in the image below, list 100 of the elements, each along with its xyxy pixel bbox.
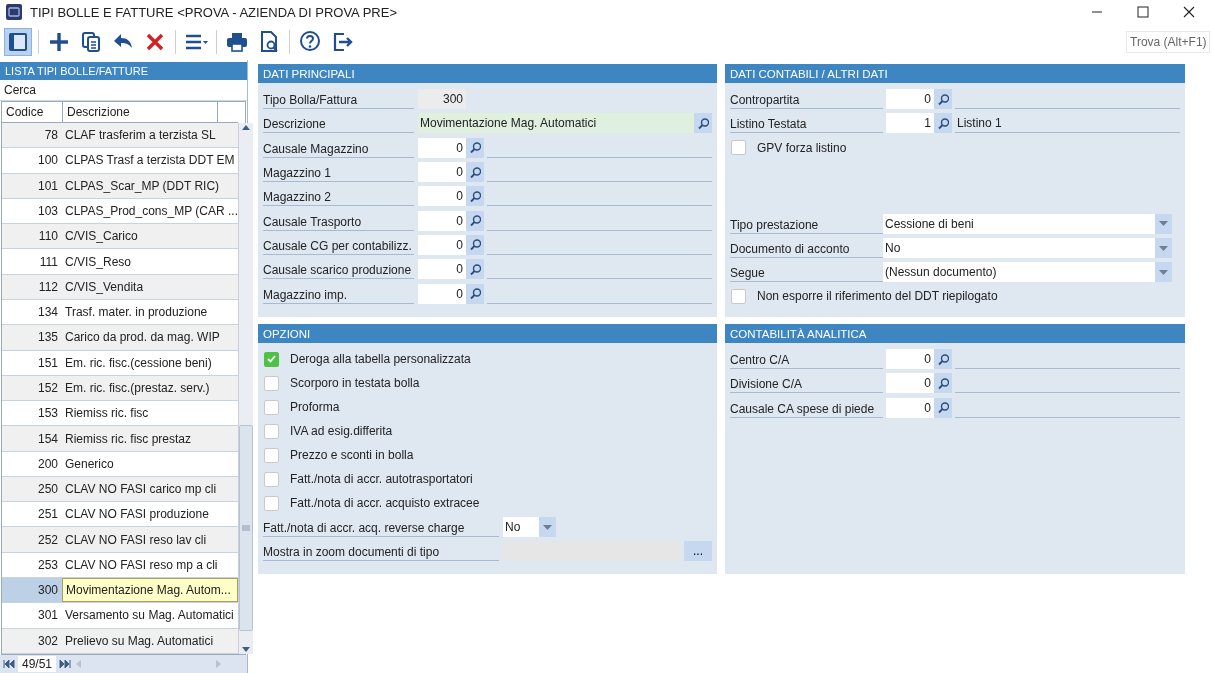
number-field[interactable]: 0 — [886, 89, 934, 110]
field-label: Divisione C/A — [730, 373, 883, 394]
checkbox-label: GPV forza listino — [757, 140, 847, 155]
number-field[interactable]: 0 — [886, 373, 934, 394]
lookup-button[interactable] — [934, 373, 952, 394]
lookup-button[interactable] — [466, 234, 484, 255]
list-row[interactable]: 154 Riemiss ric. fisc prestaz — [2, 426, 238, 452]
search-icon — [937, 92, 949, 106]
caret-icon — [1159, 269, 1168, 275]
lookup-button[interactable] — [466, 283, 484, 304]
description-cell-text: Riemiss ric. fisc prestaz — [64, 430, 193, 448]
list-row[interactable]: 100 CLPAS Trasf a terzista DDT EM — [2, 148, 238, 174]
dropdown-button[interactable] — [1155, 238, 1172, 259]
window-title: TIPI BOLLE E FATTURE <PROVA - AZIENDA DI PROVA PRE> — [30, 4, 398, 20]
list-row[interactable]: 110 C/VIS_Carico — [2, 224, 238, 250]
list-row[interactable]: 151 Em. ric. fisc.(cessione beni) — [2, 350, 238, 376]
lookup-button[interactable] — [934, 89, 952, 110]
lookup-button[interactable] — [934, 113, 952, 134]
list-row[interactable]: 152 Em. ric. fisc.(prestaz. serv.) — [2, 375, 238, 402]
search-icon — [469, 165, 481, 179]
description-field[interactable]: Movimentazione Mag. Automatici — [418, 113, 694, 134]
checkbox-label: Fatt./nota di accr. autotrasportatori — [290, 472, 473, 486]
scrollbar-thumb[interactable] — [238, 425, 253, 631]
lookup-button[interactable] — [466, 162, 484, 183]
dropdown-field[interactable]: No — [503, 517, 539, 538]
list-row[interactable]: 111 C/VIS_Reso — [2, 249, 238, 275]
number-field[interactable]: 0 — [418, 259, 466, 280]
checkbox[interactable] — [731, 289, 746, 304]
dropdown-button[interactable] — [1155, 262, 1172, 283]
checkbox[interactable] — [731, 140, 746, 156]
field-label: Tipo Bolla/Fattura — [263, 89, 414, 110]
list-row[interactable]: 101 CLPAS_Scar_MP (DDT RIC) — [2, 173, 238, 199]
find-field[interactable]: Trova (Alt+F1) — [1126, 31, 1210, 53]
description-cell-text: Prelievo su Mag. Automatici — [64, 632, 215, 650]
checkbox-label: Prezzo e sconti in bolla — [290, 448, 414, 462]
lookup-button[interactable] — [934, 397, 952, 418]
list-row[interactable]: 112 C/VIS_Vendita — [2, 274, 238, 300]
dropdown-button[interactable] — [1155, 213, 1172, 234]
sidebar-button[interactable] — [4, 28, 32, 56]
number-field[interactable]: 0 — [418, 186, 466, 207]
description-cell-text: Generico — [64, 455, 115, 473]
number-field[interactable]: 0 — [418, 210, 466, 231]
app-logo-icon — [6, 4, 22, 20]
maximize-icon[interactable] — [1137, 6, 1149, 18]
code-cell-text: 200 — [36, 455, 59, 473]
field-label: Contropartita — [730, 89, 883, 110]
lookup-button[interactable] — [466, 186, 484, 207]
number-field[interactable]: 0 — [886, 349, 934, 370]
checkbox[interactable] — [264, 351, 279, 367]
number-field[interactable]: 0 — [886, 397, 934, 418]
number-field[interactable]: 0 — [418, 283, 466, 304]
checkbox[interactable] — [264, 423, 279, 439]
close-icon[interactable] — [1183, 6, 1195, 18]
detail-field: Listino 1 — [955, 113, 1180, 134]
last-record-icon[interactable] — [59, 659, 72, 669]
lookup-button[interactable] — [934, 349, 952, 370]
list-row[interactable]: 135 Carico da prod. da mag. WIP — [2, 325, 238, 351]
dropdown-button[interactable] — [539, 517, 556, 538]
list-row[interactable]: 250 CLAV NO FASI carico mp cli — [2, 476, 238, 503]
number-field[interactable]: 0 — [418, 234, 466, 255]
list-row[interactable]: 301 Versamento su Mag. Automatici — [2, 603, 238, 629]
number-field[interactable]: 0 — [418, 162, 466, 183]
scroll-down-icon[interactable] — [240, 646, 251, 654]
section-header: DATI PRINCIPALI — [258, 64, 717, 83]
description-cell-text: Riemiss ric. fisc — [64, 405, 150, 423]
checkbox[interactable] — [264, 375, 279, 391]
description-cell-text: CLAV NO FASI produzione — [64, 506, 210, 524]
section-header: DATI CONTABILI / ALTRI DATI — [725, 64, 1185, 83]
copy-icon — [79, 30, 103, 54]
printer-icon — [225, 30, 249, 54]
scroll-up-icon[interactable] — [240, 123, 251, 131]
dropdown-field[interactable]: (Nessun documento) — [883, 262, 1155, 283]
first-record-icon[interactable] — [3, 659, 15, 669]
list-row[interactable]: 302 Prelievo su Mag. Automatici — [2, 628, 238, 654]
lookup-button[interactable] — [466, 137, 484, 158]
list-row[interactable]: 300 Movimentazione Mag. Autom... — [2, 578, 238, 604]
description-cell: Movimentazione Mag. Autom... — [62, 578, 238, 603]
number-field[interactable]: 1 — [886, 113, 934, 134]
dropdown-field[interactable]: No — [883, 238, 1155, 259]
code-cell-text: 302 — [36, 632, 59, 650]
lookup-button[interactable] — [466, 210, 484, 231]
checkbox[interactable] — [264, 447, 279, 463]
checkbox[interactable] — [264, 471, 279, 487]
checkbox[interactable] — [264, 495, 279, 511]
list-row[interactable]: 200 Generico — [2, 451, 238, 477]
code-cell-text: 154 — [36, 430, 59, 448]
dropdown-field[interactable]: Cessione di beni — [883, 213, 1155, 234]
browse-button[interactable]: ... — [684, 541, 712, 562]
list-row[interactable]: 78 CLAF trasferim a terzista SL — [2, 123, 238, 149]
number-field[interactable]: 0 — [418, 137, 466, 158]
field-label: Listino Testata — [730, 113, 883, 134]
checkbox[interactable] — [264, 399, 279, 415]
lookup-button[interactable] — [466, 259, 484, 280]
column-header[interactable]: Descrizione — [63, 102, 218, 122]
description-cell-text: CLAF trasferim a terzista SL — [64, 127, 217, 145]
lookup-button[interactable] — [694, 113, 712, 134]
code-cell-text: 103 — [36, 202, 59, 220]
column-header[interactable]: Codice — [2, 102, 63, 122]
description-cell-text: CLPAS_Scar_MP (DDT RIC) — [64, 177, 221, 195]
list-row[interactable]: 252 CLAV NO FASI reso lav cli — [2, 527, 238, 553]
